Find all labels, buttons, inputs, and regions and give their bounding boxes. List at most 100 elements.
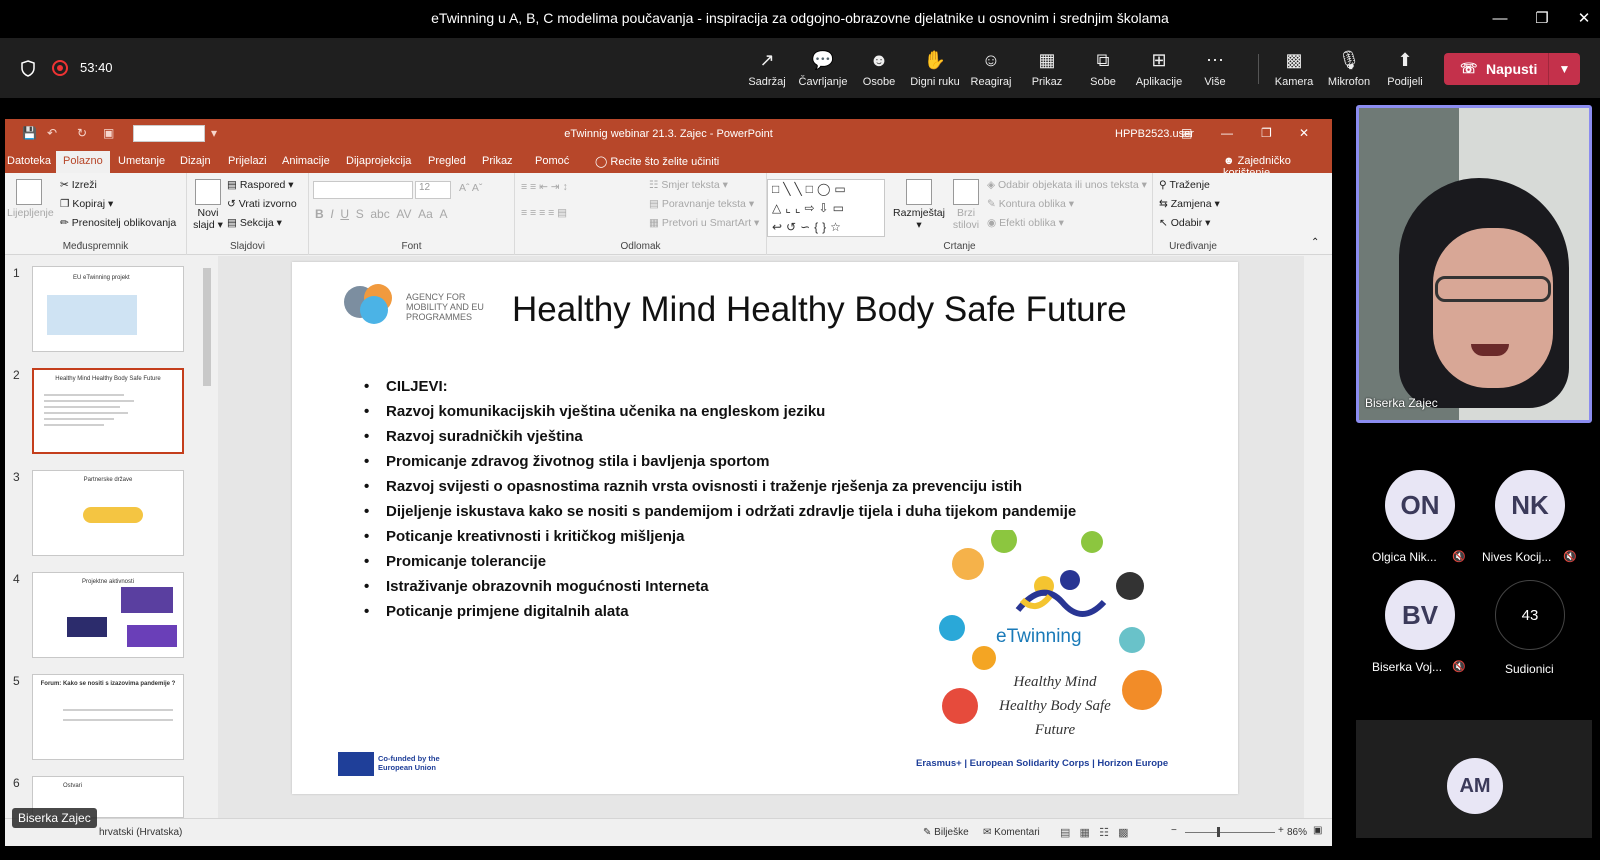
tab-file[interactable]: Datoteka: [7, 155, 51, 167]
slide-thumbnail-4[interactable]: Projektne aktivnosti: [32, 572, 184, 658]
pp-minimize-button[interactable]: —: [1221, 126, 1233, 140]
list-item: • Promicanje zdravog životnog stila i bav…: [364, 453, 770, 470]
font-group: 12 Aˆ Aˇ B I U S abc AV Aa A Font: [309, 173, 515, 255]
raise-hand-button[interactable]: ✋ Digni ruku: [907, 48, 963, 88]
chat-button[interactable]: 💬 Čavrljanje: [795, 48, 851, 88]
shape-effects-button[interactable]: ◉ Efekti oblika ▾: [987, 217, 1064, 229]
slide-thumbnail-5[interactable]: Forum: Kako se nositi s izazovima pandem…: [32, 674, 184, 760]
participants-label: Sudionici: [1505, 662, 1554, 676]
microphone-button[interactable]: 🎙 Mikrofon: [1321, 48, 1377, 88]
zoom-out-icon[interactable]: −: [1171, 825, 1177, 836]
tab-animations[interactable]: Animacije: [282, 155, 330, 167]
zoom-slider[interactable]: [1185, 832, 1275, 833]
font-name-box[interactable]: [313, 181, 413, 199]
list-icons[interactable]: ≡ ≡ ⇤ ⇥ ↕: [521, 181, 568, 193]
zoom-slider-knob[interactable]: [1217, 827, 1220, 837]
align-icons[interactable]: ≡ ≡ ≡ ≡ ▤: [521, 207, 567, 219]
text-direction-button[interactable]: ☷ Smjer teksta ▾: [649, 179, 728, 191]
notes-button[interactable]: ✎ Bilješke: [923, 827, 969, 838]
thumbnail-number: 2: [13, 368, 20, 382]
thumbnail-number: 5: [13, 674, 20, 688]
tab-help[interactable]: Pomoć: [535, 155, 569, 167]
thumbnail-text-line: [44, 394, 124, 396]
view-button[interactable]: ▦ Prikaz: [1019, 48, 1075, 88]
tab-view[interactable]: Prikaz: [482, 155, 513, 167]
layout-button[interactable]: ▤ Raspored ▾: [227, 179, 294, 191]
maximize-button[interactable]: ❐: [1527, 8, 1557, 30]
font-size-box[interactable]: 12: [415, 181, 451, 199]
mic-muted-icon: 🔇: [1452, 661, 1466, 673]
zoom-in-icon[interactable]: +: [1278, 825, 1284, 836]
tab-slideshow[interactable]: Dijaprojekcija: [346, 155, 411, 167]
avatar[interactable]: ON: [1385, 470, 1455, 540]
cut-button[interactable]: ✂ Izreži: [60, 179, 97, 191]
arrange-button[interactable]: Razmještaj ▾: [889, 179, 949, 231]
people-button[interactable]: ☻ Osobe: [851, 48, 907, 88]
chevron-down-icon[interactable]: ▼: [1548, 53, 1580, 85]
language-indicator[interactable]: hrvatski (Hrvatska): [99, 827, 182, 838]
reset-button[interactable]: ↺ Vrati izvorno: [227, 198, 297, 210]
minimize-button[interactable]: —: [1485, 8, 1515, 30]
find-button[interactable]: ⚲ Traženje: [1159, 179, 1210, 191]
close-button[interactable]: ✕: [1569, 8, 1599, 30]
tab-insert[interactable]: Umetanje: [118, 155, 165, 167]
participant-count-avatar[interactable]: 43: [1495, 580, 1565, 650]
apps-button[interactable]: ⊞ Aplikacije: [1131, 48, 1187, 88]
leave-button[interactable]: ☏ Napusti ▼: [1444, 53, 1580, 85]
slide-thumbnail-1[interactable]: EU eTwinning projekt: [32, 266, 184, 352]
align-text-button[interactable]: ▤ Poravnanje teksta ▾: [649, 198, 754, 210]
participant-video-tile[interactable]: Biserka Zajec: [1356, 105, 1592, 423]
meeting-title: eTwinning u A, B, C modelima poučavanja …: [431, 10, 1169, 26]
rooms-button[interactable]: ⧉ Sobe: [1075, 48, 1131, 88]
shape-fill-button[interactable]: ◈ Odabir objekata ili unos teksta ▾: [987, 179, 1147, 191]
tab-home[interactable]: Polazno: [56, 151, 110, 173]
meeting-timer: 53:40: [80, 60, 113, 75]
shapes-gallery[interactable]: □╲╲□◯▭ △⌞⌞⇨⇩▭ ↩↺∽{}☆: [767, 179, 885, 237]
format-painter-button[interactable]: ✏ Prenositelj oblikovanja: [60, 217, 176, 229]
quick-styles-button[interactable]: Brzi stilovi: [951, 179, 981, 231]
pp-maximize-button[interactable]: ❐: [1261, 126, 1272, 140]
collapse-ribbon-icon[interactable]: ⌃: [1311, 237, 1319, 248]
tab-design[interactable]: Dizajn: [180, 155, 211, 167]
camera-button[interactable]: ▩ Kamera: [1266, 48, 1322, 88]
pp-close-button[interactable]: ✕: [1299, 126, 1309, 140]
thumbnail-number: 3: [13, 470, 20, 484]
tell-me-search[interactable]: ◯ Recite što želite učiniti: [595, 155, 719, 168]
shape-outline-button[interactable]: ✎ Kontura oblika ▾: [987, 198, 1074, 210]
grow-font-icon[interactable]: Aˆ Aˇ: [459, 182, 482, 194]
comment-icon: ✉: [983, 827, 992, 838]
thumbnail-text-line: [44, 424, 104, 426]
avatar[interactable]: NK: [1495, 470, 1565, 540]
new-slide-button[interactable]: Novi slajd ▾: [191, 179, 225, 231]
editor-scrollbar[interactable]: [1304, 256, 1318, 818]
current-slide[interactable]: AGENCY FOR MOBILITY AND EU PROGRAMMES He…: [292, 262, 1238, 794]
ribbon-display-icon[interactable]: ▤: [1181, 126, 1192, 140]
replace-button[interactable]: ⇆ Zamjena ▾: [1159, 198, 1220, 210]
slide-thumbnail-3[interactable]: Partnerske države: [32, 470, 184, 556]
copy-button[interactable]: ❐ Kopiraj ▾: [60, 198, 113, 210]
section-button[interactable]: ▤ Sekcija ▾: [227, 217, 282, 229]
thumbnails-scrollbar[interactable]: [200, 256, 214, 818]
comments-button[interactable]: ✉ Komentari: [983, 827, 1040, 838]
thumbnail-number: 6: [13, 776, 20, 790]
content-button[interactable]: ↗ Sadržaj: [739, 48, 795, 88]
tab-transitions[interactable]: Prijelazi: [228, 155, 267, 167]
scrollbar-thumb[interactable]: [203, 268, 211, 386]
share-button[interactable]: ⬆ Podijeli: [1377, 48, 1433, 88]
zoom-level[interactable]: 86%: [1287, 827, 1307, 838]
tab-review[interactable]: Pregled: [428, 155, 466, 167]
paste-button[interactable]: Lijepljenje: [7, 179, 54, 219]
thumbnail-screenshot: [121, 587, 173, 613]
avatar[interactable]: AM: [1447, 758, 1503, 814]
smartart-button[interactable]: ▦ Pretvori u SmartArt ▾: [649, 217, 759, 229]
select-button[interactable]: ↖ Odabir ▾: [1159, 217, 1210, 229]
slide-thumbnail-2[interactable]: Healthy Mind Healthy Body Safe Future: [32, 368, 184, 454]
participant-name: Nives Kocij...: [1482, 550, 1552, 564]
fit-slide-icon[interactable]: ▣: [1313, 825, 1322, 836]
view-mode-icons[interactable]: ▤ ▦ ☷ ▩: [1060, 826, 1129, 839]
react-button[interactable]: ☺ Reagiraj: [963, 48, 1019, 88]
avatar[interactable]: BV: [1385, 580, 1455, 650]
powerpoint-title-bar: 💾 ↶ ↻ ▣ ▾ eTwinnig webinar 21.3. Zajec -…: [5, 119, 1332, 149]
font-format-icons[interactable]: B I U S abc AV Aa A: [315, 207, 448, 221]
more-button[interactable]: ⋯ Više: [1187, 48, 1243, 88]
